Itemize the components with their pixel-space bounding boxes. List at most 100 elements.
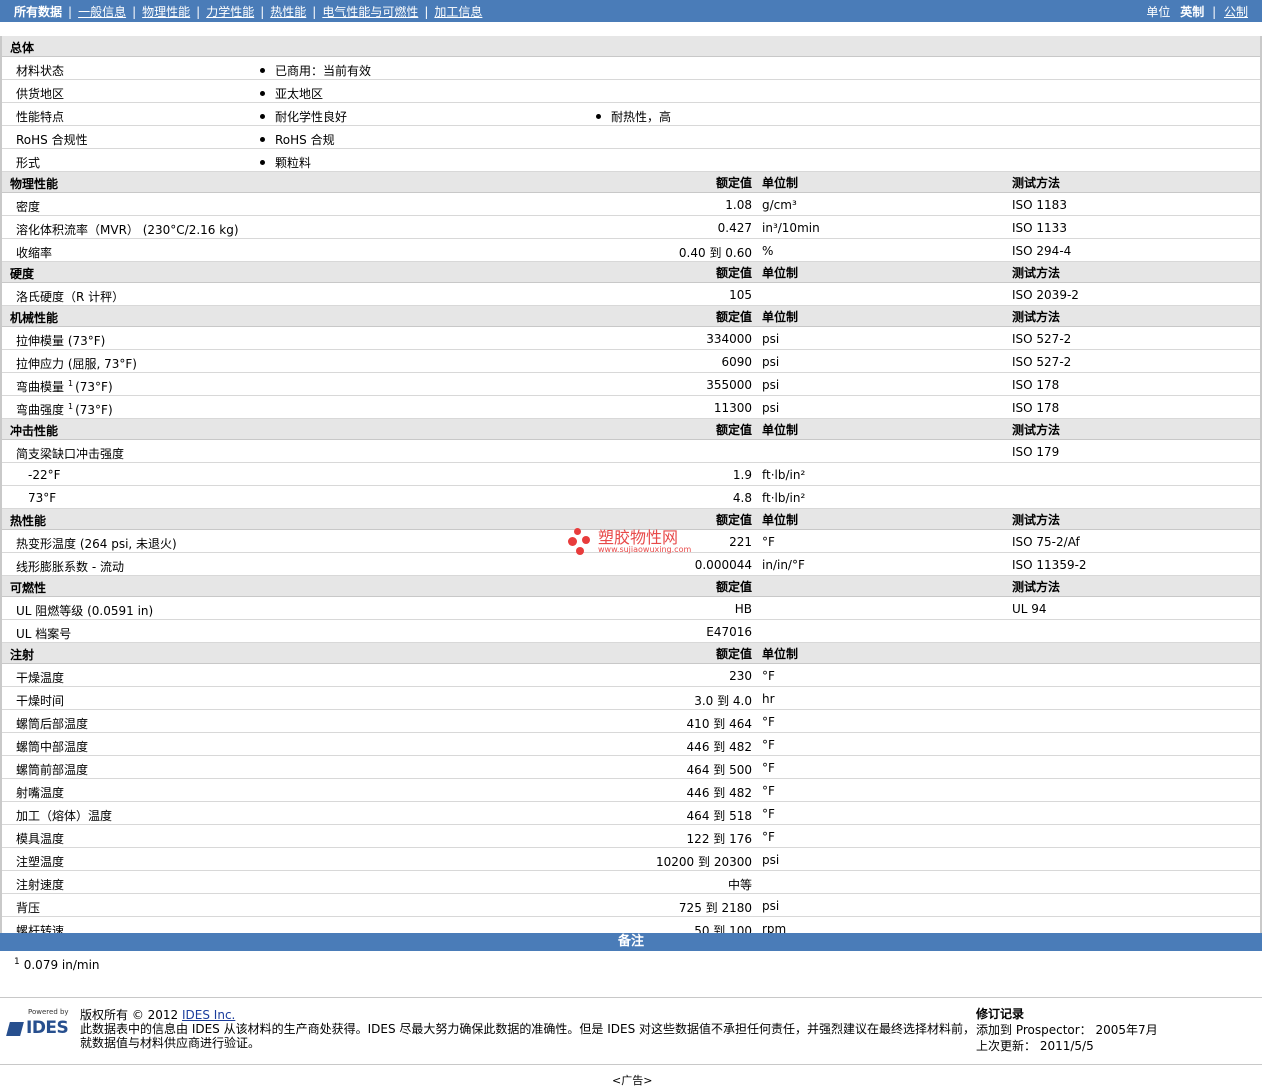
property-value: 0.000044 (694, 558, 752, 572)
updated-label: 上次更新： (976, 1039, 1037, 1053)
data-row: 螺筒后部温度 410 到 464 °F (2, 710, 1260, 733)
property-label: 热变形温度 (264 psi, 未退火) (16, 535, 177, 552)
test-method: UL 94 (1012, 602, 1047, 616)
added-label: 添加到 Prospector： (976, 1023, 1092, 1037)
property-name: 螺筒后部温度 (16, 717, 89, 731)
property-label: 溶化体积流率（MVR） (230°C/2.16 kg) (16, 221, 239, 238)
property-value: 334000 (706, 332, 752, 346)
note-text: 0.079 in/min (23, 958, 100, 972)
revision-title: 修订记录 (976, 1007, 1025, 1021)
property-value: 1.08 (725, 198, 752, 212)
property-name: 弯曲模量 (16, 380, 65, 394)
ides-logo[interactable]: Powered by IDES (6, 1008, 72, 1044)
property-name: 注射速度 (16, 878, 65, 892)
data-row: 洛氏硬度（R 计秤） 105 ISO 2039-2 (2, 283, 1260, 306)
ides-logo-text: IDES (26, 1018, 69, 1038)
nav-item-3[interactable]: 力学性能 (206, 5, 254, 19)
column-header-value: 额定值 (715, 310, 752, 324)
property-value: 464 到 500 (686, 763, 752, 777)
bullet-item: 已商用：当前有效 (260, 62, 371, 79)
property-value: 725 到 2180 (678, 901, 752, 915)
property-unit: % (762, 244, 774, 258)
property-unit: psi (762, 853, 780, 867)
property-unit: °F (762, 669, 775, 683)
bullet-item: RoHS 合规 (260, 131, 335, 148)
nav-item-6[interactable]: 加工信息 (434, 5, 482, 19)
data-row: 干燥时间 3.0 到 4.0 hr (2, 687, 1260, 710)
property-unit: °F (762, 738, 775, 752)
bullet-icon (260, 91, 265, 96)
property-label: 简支梁缺口冲击强度 (16, 445, 124, 462)
property-label: 螺筒前部温度 (16, 761, 88, 778)
property-value: 1.9 (732, 468, 752, 482)
property-label: 干燥温度 (16, 669, 64, 686)
section-title: 冲击性能 (10, 424, 59, 438)
column-header-test: 测试方法 (1012, 176, 1061, 190)
disclaimer-line-2: 就数据值与材料供应商进行验证。 (80, 1036, 261, 1050)
datasheet-table: 总体 材料状态 已商用：当前有效 供货地区 亚太地区 性能特点 耐化学性良好 耐热性，高 RoH… (0, 36, 1262, 940)
nav-separator: | (312, 5, 317, 19)
unit-metric-link[interactable]: 公制 (1224, 5, 1248, 19)
unit-imperial[interactable]: 英制 (1180, 5, 1204, 19)
bullet-icon (260, 137, 265, 142)
property-label: 拉伸模量 (73°F) (16, 332, 105, 349)
property-name: 螺筒中部温度 (16, 740, 89, 754)
units-label: 单位 (1146, 5, 1171, 19)
ides-link[interactable]: IDES Inc. (182, 1008, 235, 1022)
property-unit: ft·lb/in² (762, 468, 806, 482)
data-row: 加工（熔体）温度 464 到 518 °F (2, 802, 1260, 825)
property-value: 355000 (706, 378, 752, 392)
added-value: 2005年7月 (1095, 1023, 1158, 1037)
data-row: 73°F 4.8 ft·lb/in² (2, 486, 1260, 509)
data-row: 弯曲强度 1 (73°F) 11300 psi ISO 178 (2, 396, 1260, 419)
property-label: 性能特点 (16, 110, 65, 124)
property-name: 73°F (28, 491, 57, 505)
property-unit: in/in/°F (762, 558, 805, 572)
nav-separator: | (196, 5, 201, 19)
property-name: 溶化体积流率（MVR） (230°C/2.16 kg) (16, 223, 239, 237)
data-row: 溶化体积流率（MVR） (230°C/2.16 kg) 0.427 in³/10mi… (2, 216, 1260, 239)
property-name: 背压 (16, 901, 41, 915)
property-value: 410 到 464 (686, 717, 752, 731)
column-header-value: 额定值 (715, 580, 752, 594)
general-row: RoHS 合规性 RoHS 合规 (2, 126, 1260, 149)
property-name: 弯曲强度 (16, 403, 65, 417)
general-row: 材料状态 已商用：当前有效 (2, 57, 1260, 80)
column-header-test: 测试方法 (1012, 266, 1061, 280)
column-header-test: 测试方法 (1012, 513, 1061, 527)
nav-item-0[interactable]: 所有数据 (14, 5, 62, 19)
property-name: 拉伸模量 (73°F) (16, 334, 106, 348)
note-item: 1 0.079 in/min (14, 957, 100, 972)
section-title: 总体 (10, 41, 35, 55)
property-label: 材料状态 (16, 64, 65, 78)
property-name: 热变形温度 (264 psi, 未退火) (16, 537, 177, 551)
footnote-marker: 1 (68, 402, 74, 411)
nav-item-5[interactable]: 电气性能与可燃性 (322, 5, 418, 19)
bullet-text: RoHS 合规 (275, 133, 335, 147)
data-row: 拉伸模量 (73°F) 334000 psi ISO 527-2 (2, 327, 1260, 350)
nav-item-1[interactable]: 一般信息 (78, 5, 126, 19)
data-row: UL 档案号 E47016 (2, 620, 1260, 643)
property-value: 105 (729, 288, 752, 302)
property-condition: (73°F) (75, 380, 113, 394)
property-label: 弯曲强度 1 (73°F) (16, 401, 113, 418)
property-label: 线形膨胀系数 - 流动 (16, 558, 124, 575)
property-name: 干燥温度 (16, 671, 65, 685)
property-unit: °F (762, 784, 775, 798)
nav-item-2[interactable]: 物理性能 (142, 5, 190, 19)
property-label: 73°F (28, 491, 56, 505)
property-label: 弯曲模量 1 (73°F) (16, 378, 113, 395)
column-header-test: 测试方法 (1012, 310, 1061, 324)
bullet-item: 颗粒料 (260, 154, 311, 171)
top-navigation-bar: 所有数据 | 一般信息 | 物理性能 | 力学性能 | 热性能 | 电气性能与可燃性 | 加工信息 单位… (0, 0, 1262, 22)
note-marker: 1 (14, 957, 20, 967)
property-name: 收缩率 (16, 246, 53, 260)
data-row: 注塑温度 10200 到 20300 psi (2, 848, 1260, 871)
nav-item-4[interactable]: 热性能 (270, 5, 306, 19)
data-row: 背压 725 到 2180 psi (2, 894, 1260, 917)
nav-separator: | (260, 5, 265, 19)
property-label: 螺筒后部温度 (16, 715, 88, 732)
property-value: 446 到 482 (686, 786, 752, 800)
data-row: 螺筒前部温度 464 到 500 °F (2, 756, 1260, 779)
property-unit: ft·lb/in² (762, 491, 806, 505)
